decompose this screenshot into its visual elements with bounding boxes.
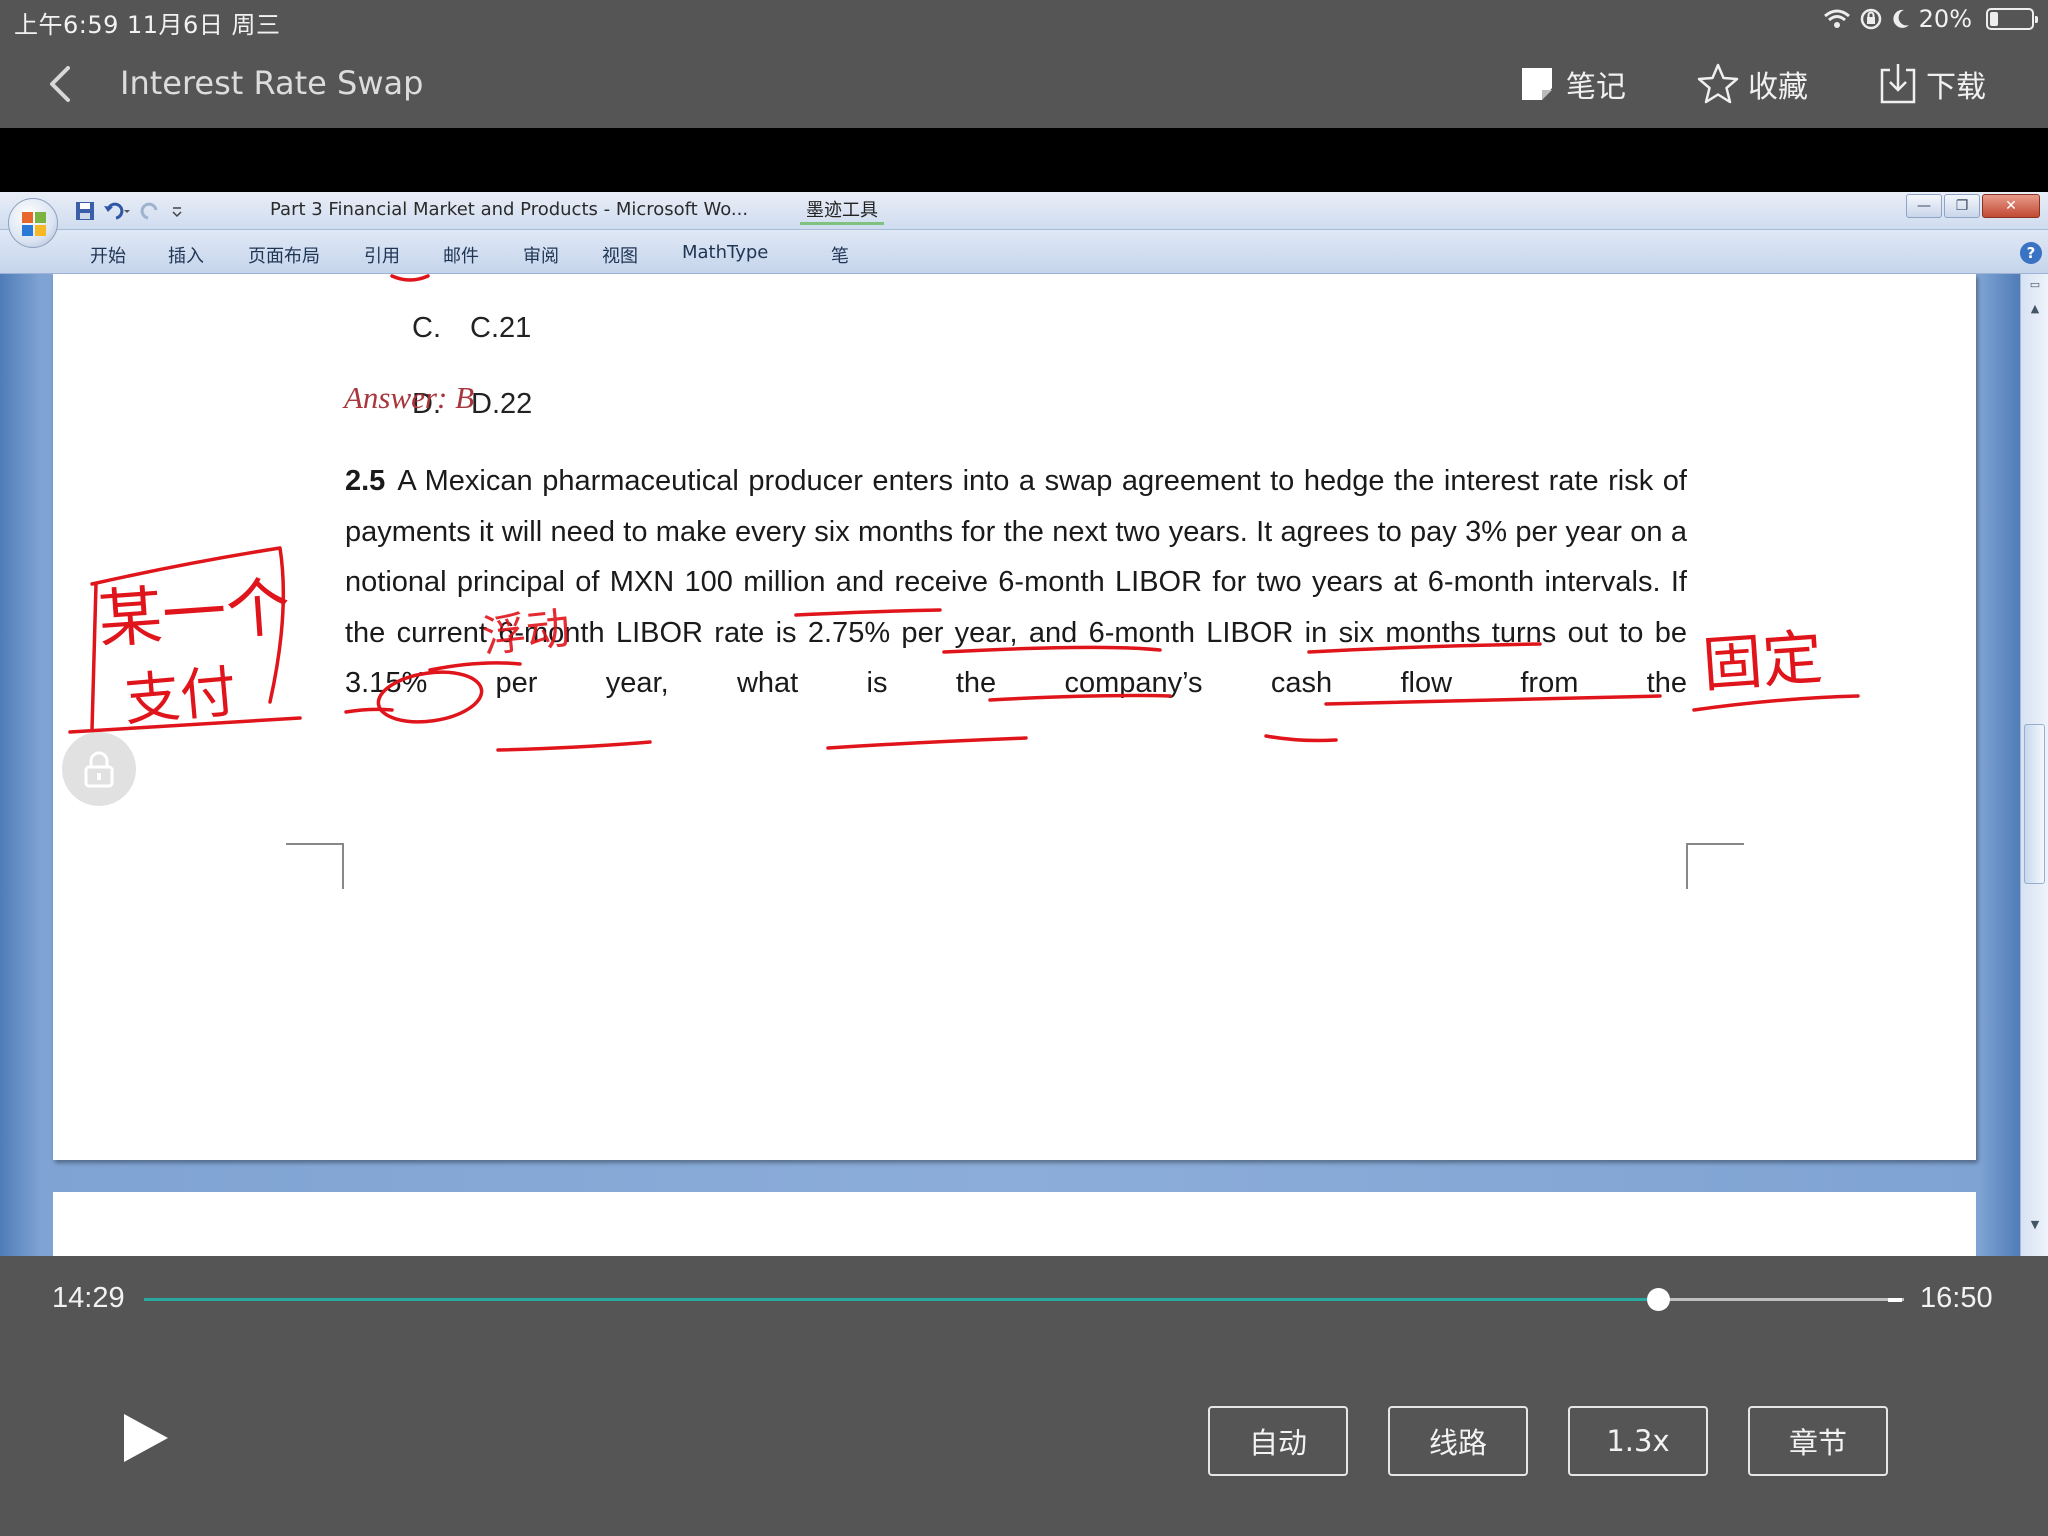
- ruler-toggle-icon: ▭: [2029, 278, 2041, 291]
- lock-icon: [84, 751, 114, 788]
- download-icon: [1880, 64, 1916, 104]
- notes-label: 笔记: [1566, 70, 1626, 105]
- window-controls: — ❐ ✕: [1906, 194, 2040, 218]
- ribbon-tab: 笔: [831, 246, 849, 267]
- moon-icon: [1893, 9, 1909, 28]
- progress-thumb[interactable]: [1646, 1288, 1670, 1311]
- word-scroll-thumb: [2024, 724, 2045, 884]
- ink-tools-label: 墨迹工具: [800, 196, 884, 225]
- office-logo-icon: [22, 212, 46, 236]
- close-icon: ✕: [1982, 194, 2040, 218]
- scroll-down-icon: ▼: [2030, 1218, 2040, 1231]
- star-icon: [1697, 63, 1739, 104]
- route-button[interactable]: 线路: [1388, 1406, 1528, 1476]
- margin-corner-mark: [286, 843, 344, 889]
- player-controls: 14:29 16:50 自动 线路 1.3x 章节: [0, 1256, 2048, 1536]
- rotation-lock-icon: [1860, 8, 1881, 30]
- battery-icon: [1986, 8, 2038, 30]
- ribbon-tab: MathType: [682, 242, 769, 263]
- word-document-title: Part 3 Financial Market and Products - M…: [270, 199, 749, 220]
- question-paragraph: 2.5 A Mexican pharmaceutical producer ent…: [345, 456, 1687, 709]
- word-title-bar: Part 3 Financial Market and Products - M…: [0, 192, 2048, 230]
- ribbon-tab: 开始: [90, 246, 126, 267]
- chapters-button[interactable]: 章节: [1748, 1406, 1888, 1476]
- current-time: 14:29: [52, 1282, 125, 1314]
- battery-percent: 20%: [1918, 5, 1972, 33]
- margin-corner-mark: [1686, 843, 1744, 889]
- speed-button[interactable]: 1.3x: [1568, 1406, 1708, 1476]
- question-text: A Mexican pharmaceutical producer enters…: [345, 465, 1687, 699]
- play-icon: [124, 1414, 168, 1462]
- page-title: Interest Rate Swap: [120, 64, 424, 102]
- play-button[interactable]: [120, 1412, 172, 1464]
- restore-icon: ❐: [1944, 194, 1980, 218]
- quality-auto-button[interactable]: 自动: [1208, 1406, 1348, 1476]
- status-bar: 上午6:59 11月6日 周三 20%: [0, 0, 2048, 40]
- office-button: [8, 198, 58, 248]
- ribbon-tab: 页面布局: [248, 246, 320, 267]
- quick-access-toolbar: [74, 197, 184, 225]
- option-c-letter: C.: [412, 312, 441, 344]
- progress-fill: [144, 1298, 1658, 1301]
- scroll-up-icon: ▲: [2030, 302, 2040, 315]
- chevron-left-icon: [50, 66, 70, 102]
- question-number: 2.5: [345, 465, 386, 497]
- progress-bar[interactable]: [144, 1288, 1904, 1311]
- notes-icon: [1522, 68, 1552, 100]
- ribbon-tab: 引用: [364, 246, 400, 267]
- customize-toolbar-icon: [172, 207, 182, 218]
- ribbon-tab: 视图: [602, 246, 638, 267]
- ribbon-tab: 邮件: [443, 246, 479, 267]
- word-vertical-scrollbar: ▭ ▲ ▼: [2020, 274, 2048, 1256]
- status-indicators: 20%: [1823, 5, 2038, 33]
- help-icon: ?: [2020, 242, 2042, 264]
- undo-icon: [104, 202, 130, 220]
- word-ribbon-tabs: 开始 插入 页面布局 引用 邮件 审阅 视图 MathType 笔 ?: [0, 230, 2048, 274]
- total-time: 16:50: [1920, 1282, 1993, 1314]
- download-button[interactable]: 下载: [1878, 62, 1986, 106]
- redo-icon: [140, 202, 158, 220]
- answer-text: Answer: B: [344, 380, 475, 415]
- wifi-icon: [1823, 9, 1850, 28]
- minimize-icon: —: [1906, 194, 1942, 218]
- notes-button[interactable]: 笔记: [1518, 62, 1626, 106]
- ribbon-tab: 审阅: [523, 246, 559, 267]
- document-next-page: [53, 1192, 1976, 1256]
- video-frame[interactable]: Part 3 Financial Market and Products - M…: [0, 192, 2048, 1256]
- progress-end-marker: [1888, 1298, 1902, 1302]
- document-area: [0, 274, 2020, 1256]
- screen-lock-button[interactable]: [62, 732, 136, 806]
- download-label: 下载: [1926, 70, 1986, 105]
- back-button[interactable]: [40, 62, 84, 106]
- status-time-date: 上午6:59 11月6日 周三: [14, 11, 281, 39]
- favorite-button[interactable]: 收藏: [1696, 62, 1808, 106]
- nav-bar: Interest Rate Swap 笔记 收藏 下载: [0, 40, 2048, 128]
- ribbon-tab: 插入: [168, 246, 204, 267]
- video-letterbox: [0, 128, 2048, 192]
- save-icon: [76, 202, 94, 220]
- option-c-text: C.21: [470, 312, 532, 344]
- option-d-text: D.22: [471, 388, 533, 420]
- document-page: [53, 274, 1976, 1160]
- favorite-label: 收藏: [1748, 70, 1808, 105]
